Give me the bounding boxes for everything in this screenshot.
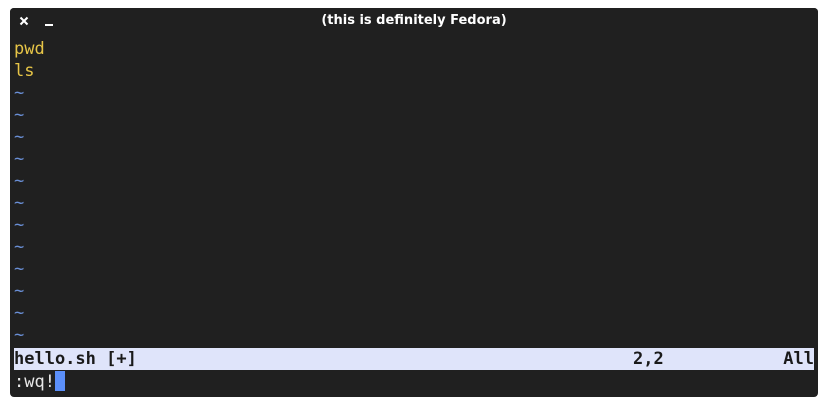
status-cursor-position: 2,2 — [633, 349, 664, 369]
empty-line-tilde: ~ — [14, 259, 25, 279]
empty-line-tilde: ~ — [14, 303, 25, 323]
command-text: :wq! — [14, 372, 55, 392]
status-scroll-position: All — [783, 349, 814, 369]
vim-statusline: hello.sh [+] 2,2 All — [14, 348, 814, 370]
text-cursor — [54, 371, 65, 391]
empty-line-tilde: ~ — [14, 193, 25, 213]
empty-line-tilde: ~ — [14, 281, 25, 301]
editor-buffer[interactable]: pwd ls ~ ~ ~ ~ ~ ~ ~ ~ ~ ~ ~ ~ — [14, 38, 814, 346]
empty-line-tilde: ~ — [14, 149, 25, 169]
command-line[interactable]: :wq! — [14, 371, 814, 393]
empty-line-tilde: ~ — [14, 215, 25, 235]
terminal-window: (this is definitely Fedora) pwd ls ~ ~ ~… — [10, 8, 818, 397]
empty-line-tilde: ~ — [14, 83, 25, 103]
empty-line-tilde: ~ — [14, 325, 25, 345]
empty-line-tilde: ~ — [14, 171, 25, 191]
window-title: (this is definitely Fedora) — [321, 13, 507, 28]
empty-line-tilde: ~ — [14, 105, 25, 125]
titlebar: (this is definitely Fedora) — [10, 8, 818, 34]
empty-line-tilde: ~ — [14, 127, 25, 147]
empty-line-tilde: ~ — [14, 237, 25, 257]
status-filename: hello.sh [+] — [14, 349, 137, 369]
code-line[interactable]: ls — [14, 60, 814, 82]
code-line[interactable]: pwd — [14, 38, 814, 60]
